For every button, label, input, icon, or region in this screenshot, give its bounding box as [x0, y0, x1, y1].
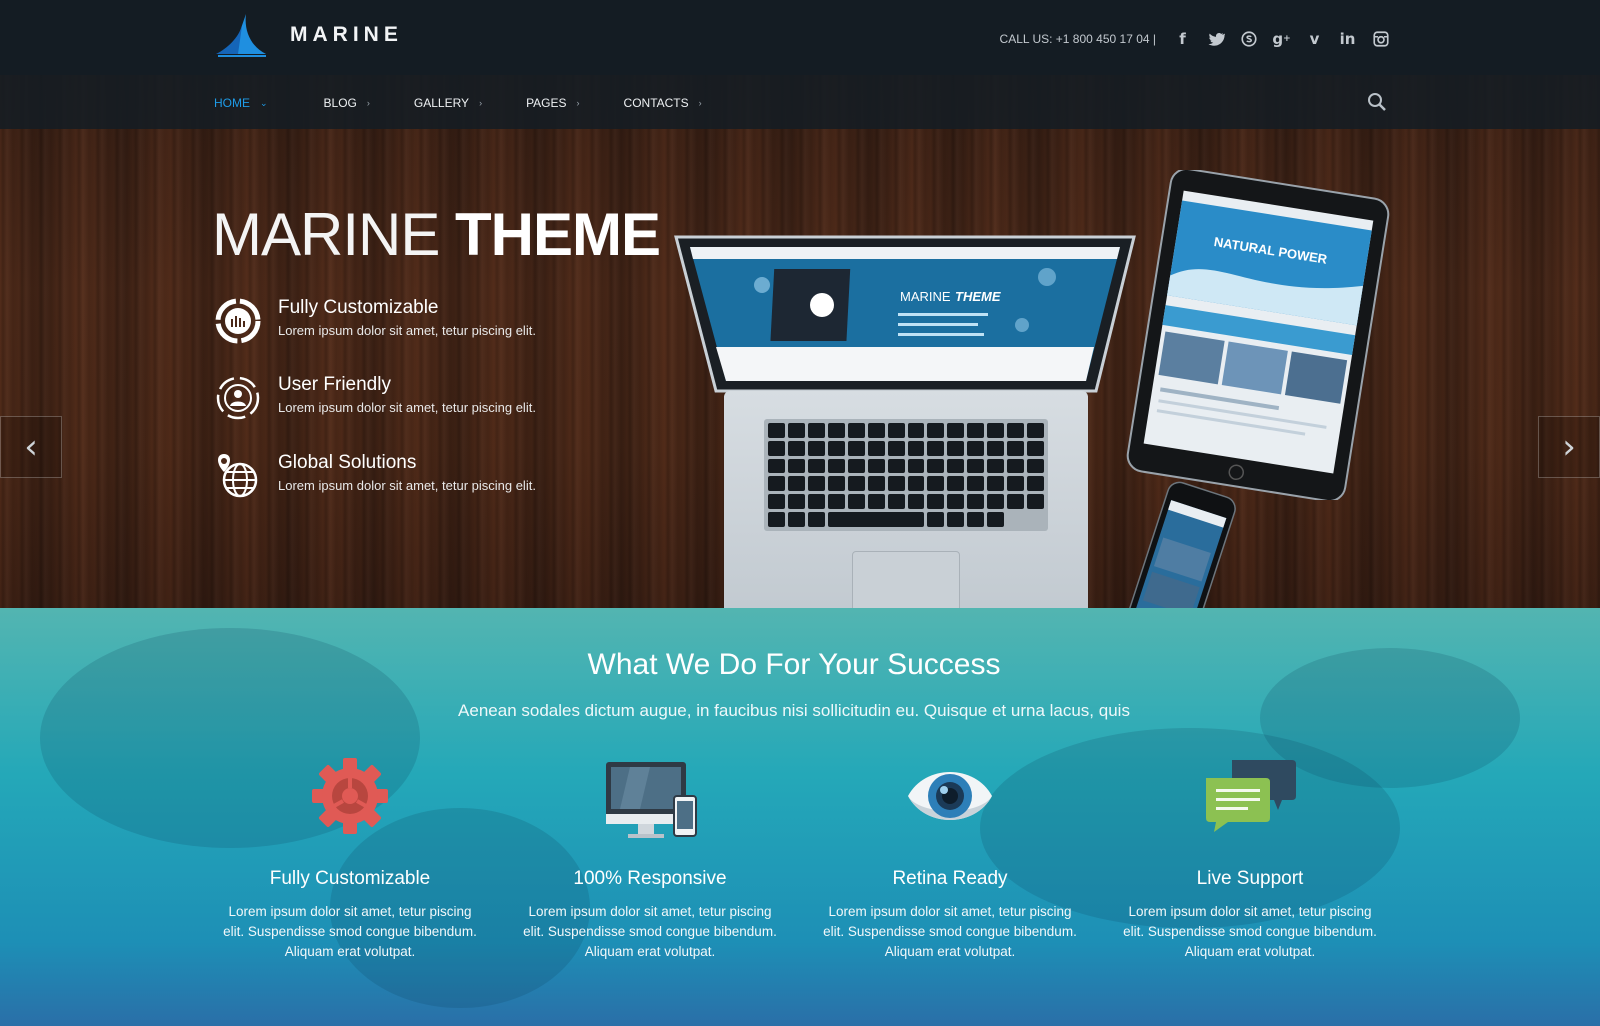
hero-feature-title: Global Solutions — [278, 452, 417, 473]
service-card: Live Support Lorem ipsum dolor sit amet,… — [1120, 756, 1380, 962]
service-card-desc: Lorem ipsum dolor sit amet, tetur piscin… — [1123, 904, 1377, 959]
eye-icon — [908, 772, 992, 820]
nav-item-label: PAGES — [526, 96, 567, 110]
hero-feature: Fully Customizable Lorem ipsum dolor sit… — [214, 297, 536, 345]
hero-slider: MARINE THEME Fully Customizable Lorem ip… — [0, 75, 1600, 608]
laptop-screen-mockup: MARINE THEME — [674, 235, 1136, 393]
nav-item-label: CONTACTS — [623, 96, 689, 110]
services-section: What We Do For Your Success Aenean sodal… — [0, 608, 1600, 1026]
google-plus-icon[interactable]: g + — [1271, 28, 1292, 49]
hero-feature-desc: Lorem ipsum dolor sit amet, tetur piscin… — [278, 478, 536, 493]
vimeo-icon[interactable]: v — [1304, 28, 1325, 49]
service-card-title: Live Support — [1196, 868, 1304, 889]
service-card: Retina Ready Lorem ipsum dolor sit amet,… — [820, 756, 1080, 962]
laptop-base-mockup — [724, 391, 1088, 608]
skype-icon[interactable] — [1238, 28, 1259, 49]
nav-item-gallery[interactable]: GALLERY › — [414, 96, 482, 110]
hero-feature-desc: Lorem ipsum dolor sit amet, tetur piscin… — [278, 400, 536, 415]
chart-circle-icon — [215, 298, 261, 344]
nav-item-contacts[interactable]: CONTACTS › — [624, 96, 702, 110]
instagram-icon[interactable] — [1370, 28, 1391, 49]
chat-icon — [1206, 760, 1296, 832]
services-subtitle: Aenean sodales dictum augue, in faucibus… — [458, 701, 1130, 720]
service-card-title: 100% Responsive — [573, 868, 727, 889]
globe-pin-icon — [218, 454, 258, 498]
logo-text: MARINE — [290, 23, 403, 46]
chevron-down-icon: ⌄ — [260, 97, 268, 108]
user-circle-icon — [216, 376, 260, 420]
social-links: f g + v in — [1172, 28, 1391, 49]
call-us-text: CALL US: +1 800 450 17 04 | — [999, 32, 1156, 46]
nav-item-label: GALLERY — [413, 96, 470, 110]
chevron-right-icon: › — [366, 98, 370, 108]
service-card: Fully Customizable Lorem ipsum dolor sit… — [220, 756, 480, 962]
hero-feature-title: User Friendly — [278, 374, 391, 395]
service-card: 100% Responsive Lorem ipsum dolor sit am… — [520, 756, 780, 962]
linkedin-icon[interactable]: in — [1337, 28, 1358, 49]
nav-item-label: BLOG — [323, 96, 357, 110]
facebook-icon[interactable]: f — [1172, 28, 1193, 49]
service-card-desc: Lorem ipsum dolor sit amet, tetur piscin… — [223, 904, 477, 959]
devices-icon — [606, 762, 697, 838]
chevron-right-icon: › — [479, 98, 483, 108]
service-card-desc: Lorem ipsum dolor sit amet, tetur piscin… — [523, 904, 777, 959]
laptop-screen-title-bold: THEME — [955, 289, 1001, 304]
slider-prev-arrow[interactable]: ‹ — [0, 416, 62, 478]
chevron-right-icon: › — [698, 98, 702, 108]
sail-logo-icon — [216, 14, 266, 57]
hero-feature: User Friendly Lorem ipsum dolor sit amet… — [214, 374, 536, 422]
hero-title: MARINE THEME — [212, 205, 661, 265]
nav-item-home[interactable]: HOME ⌄ — [214, 96, 268, 110]
hero-feature-desc: Lorem ipsum dolor sit amet, tetur piscin… — [278, 323, 536, 338]
keyboard — [764, 419, 1048, 531]
hero-feature: Global Solutions Lorem ipsum dolor sit a… — [214, 452, 536, 500]
chevron-right-icon: › — [576, 98, 580, 108]
logo[interactable]: MARINE — [214, 12, 403, 58]
top-bar: MARINE CALL US: +1 800 450 17 04 | f g + … — [0, 0, 1600, 75]
service-card-desc: Lorem ipsum dolor sit amet, tetur piscin… — [823, 904, 1077, 959]
nav-item-blog[interactable]: BLOG › — [324, 96, 370, 110]
search-icon[interactable] — [1366, 91, 1388, 113]
hero-title-bold: THEME — [455, 201, 661, 268]
laptop-screen-title-light: MARINE — [900, 289, 951, 304]
hero-feature-title: Fully Customizable — [278, 297, 439, 318]
trackpad — [852, 551, 960, 608]
service-card-title: Fully Customizable — [269, 868, 431, 889]
service-card-title: Retina Ready — [892, 868, 1008, 889]
main-nav-bar: HOME ⌄ BLOG › GALLERY › PAGES › CONTACTS… — [0, 75, 1600, 129]
nav-item-pages[interactable]: PAGES › — [526, 96, 579, 110]
main-nav: HOME ⌄ BLOG › GALLERY › PAGES › CONTACTS… — [214, 96, 746, 110]
services-title: What We Do For Your Success — [587, 648, 1001, 681]
tablet-mockup: NATURAL POWER — [1126, 170, 1390, 500]
nav-item-label: HOME — [214, 96, 250, 110]
slider-next-arrow[interactable]: › — [1538, 416, 1600, 478]
gear-icon — [312, 758, 388, 834]
phone-mockup — [1122, 481, 1236, 608]
hero-title-light: MARINE — [212, 201, 440, 268]
twitter-icon[interactable] — [1205, 28, 1226, 49]
